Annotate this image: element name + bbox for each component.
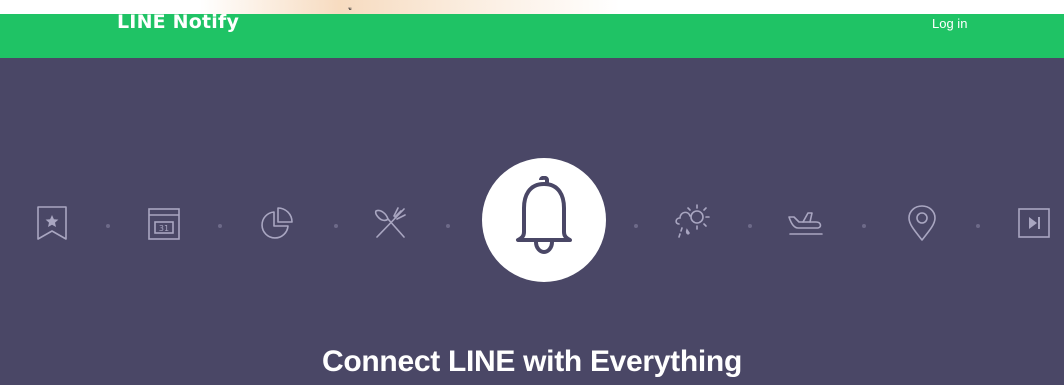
bell-circle (482, 158, 606, 282)
separator-dot (106, 224, 110, 228)
utensils-icon (370, 203, 410, 243)
pie-chart-icon (257, 203, 297, 243)
login-link[interactable]: Log in (932, 16, 967, 31)
hero-headline: Connect LINE with Everything (322, 345, 742, 378)
separator-dot (976, 224, 980, 228)
separator-dot (748, 224, 752, 228)
service-icon-row: 31 (0, 58, 1064, 385)
calendar-icon: 31 (144, 203, 184, 243)
hero-section: 31 Connect LINE with Everything (0, 58, 1064, 385)
brand-logo[interactable]: LINE Notify (117, 12, 239, 32)
weather-icon (673, 200, 713, 240)
airplane-icon (786, 203, 826, 243)
calendar-day: 31 (158, 224, 170, 233)
separator-dot (634, 224, 638, 228)
separator-dot (446, 224, 450, 228)
play-icon (1014, 203, 1054, 243)
separator-dot (862, 224, 866, 228)
watermark (200, 0, 620, 14)
separator-dot (218, 224, 222, 228)
location-pin-icon (902, 203, 942, 243)
separator-dot (334, 224, 338, 228)
bell-icon (516, 176, 572, 254)
bookmark-star-icon (32, 203, 72, 243)
site-header: LINE Notify Log in (0, 12, 1064, 58)
